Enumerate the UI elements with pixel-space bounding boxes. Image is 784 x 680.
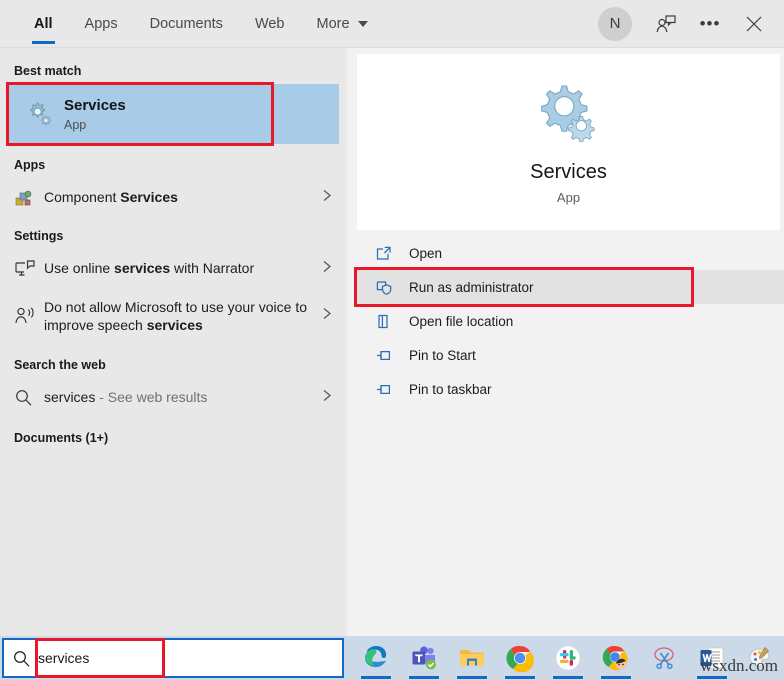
close-icon[interactable] (734, 4, 774, 44)
action-run-as-administrator[interactable]: Run as administrator (357, 270, 784, 304)
chevron-right-icon[interactable] (321, 307, 333, 326)
gears-icon (538, 80, 600, 147)
best-match-title: Services (64, 96, 126, 114)
running-indicator (697, 676, 727, 679)
chrome-profile-icon (602, 642, 630, 674)
tab-apps[interactable]: Apps (69, 0, 134, 47)
result-label: services - See web results (44, 388, 208, 405)
running-indicator (361, 676, 391, 679)
tab-all[interactable]: All (18, 0, 69, 47)
action-label: Run as administrator (409, 279, 534, 295)
screen-root: All Apps Documents Web More N ••• Best m… (0, 0, 784, 680)
avatar-initial: N (609, 15, 621, 32)
running-indicator (601, 676, 631, 679)
search-flyout: All Apps Documents Web More N ••• Best m… (0, 0, 784, 636)
taskbar-app-microsoft-teams[interactable] (400, 636, 448, 680)
gears-icon (16, 99, 64, 129)
pin-icon (375, 347, 409, 364)
action-label: Open (409, 245, 443, 261)
chevron-right-icon[interactable] (321, 188, 333, 207)
tab-web-label: Web (254, 15, 285, 32)
microsoft-edge-icon (362, 642, 390, 674)
person-share-icon[interactable] (646, 4, 686, 44)
preview-column: Services App Open Run as administrator O… (347, 48, 784, 636)
running-indicator (409, 676, 439, 679)
microsoft-teams-icon (410, 642, 438, 674)
search-input[interactable]: services (38, 650, 89, 666)
result-label: Component Services (44, 188, 178, 205)
action-pin-to-taskbar[interactable]: Pin to taskbar (357, 372, 784, 406)
watermark: wsxdn.com (700, 656, 778, 675)
best-match-header: Best match (14, 64, 82, 78)
tab-list: All Apps Documents Web More (0, 0, 384, 47)
action-open-file-location[interactable]: Open file location (357, 304, 784, 338)
tab-more[interactable]: More (301, 0, 384, 47)
taskbar-app-google-chrome[interactable] (496, 636, 544, 680)
running-indicator (553, 676, 583, 679)
ellipsis-icon[interactable]: ••• (690, 4, 730, 44)
pin-icon (375, 381, 409, 398)
search-icon (4, 649, 38, 668)
header-actions: N ••• (598, 0, 774, 47)
web-header: Search the web (14, 358, 106, 372)
chevron-down-icon (357, 20, 368, 27)
avatar[interactable]: N (598, 6, 632, 41)
preview-subtitle: App (556, 189, 581, 205)
taskbar-app-microsoft-edge[interactable] (352, 636, 400, 680)
tab-web[interactable]: Web (239, 0, 301, 47)
result-label: Use online services with Narrator (44, 259, 255, 276)
taskbar: services wsxdn.com (0, 636, 784, 680)
tab-more-label: More (316, 15, 350, 32)
open-external-icon (375, 245, 409, 262)
taskbar-app-snipping-tool[interactable] (640, 636, 688, 680)
taskbar-app-file-explorer[interactable] (448, 636, 496, 680)
taskbar-app-slack[interactable] (544, 636, 592, 680)
action-run-as-admin-wrap: Run as administrator (354, 267, 784, 307)
snipping-tool-icon (650, 642, 678, 674)
chevron-right-icon[interactable] (321, 388, 333, 407)
tab-documents-label: Documents (149, 15, 223, 32)
result-narrator-online-services[interactable]: Use online services with Narrator (0, 249, 347, 288)
taskbar-app-chrome-profile[interactable] (592, 636, 640, 680)
action-label: Open file location (409, 313, 514, 329)
result-label: Do not allow Microsoft to use your voice… (44, 298, 308, 333)
apps-header: Apps (14, 158, 46, 172)
slack-icon (554, 642, 582, 674)
running-indicator (457, 676, 487, 679)
chevron-right-icon[interactable] (321, 259, 333, 278)
preview-title: Services (530, 160, 607, 183)
tab-documents[interactable]: Documents (134, 0, 239, 47)
settings-header: Settings (14, 229, 64, 243)
tab-apps-label: Apps (84, 15, 118, 32)
taskbar-search-box[interactable]: services (2, 638, 344, 678)
result-speech-services[interactable]: Do not allow Microsoft to use your voice… (0, 288, 347, 344)
best-match-subtitle: App (64, 117, 87, 132)
shield-admin-icon (375, 279, 409, 296)
action-list: Open Run as administrator Open file loca… (347, 236, 784, 406)
action-open[interactable]: Open (357, 236, 784, 270)
component-services-icon (14, 188, 44, 208)
result-component-services[interactable]: Component Services (0, 178, 347, 217)
flyout-body: Best match Services App Apps Component S… (0, 48, 784, 636)
action-pin-to-start[interactable]: Pin to Start (357, 338, 784, 372)
results-column: Best match Services App Apps Component S… (0, 48, 347, 636)
google-chrome-icon (506, 642, 534, 674)
documents-header: Documents (1+) (14, 431, 109, 445)
search-icon (14, 388, 44, 407)
running-indicator (505, 676, 535, 679)
best-match-text: Services App (64, 97, 126, 132)
best-match-wrap: Services App (0, 82, 347, 146)
ellipsis-glyph: ••• (699, 14, 721, 33)
search-tabbar: All Apps Documents Web More N ••• (0, 0, 784, 48)
file-explorer-icon (458, 642, 486, 674)
action-label: Pin to Start (409, 347, 476, 363)
result-best-match-services[interactable]: Services App (8, 84, 339, 144)
action-label: Pin to taskbar (409, 381, 492, 397)
result-web-search-services[interactable]: services - See web results (0, 378, 347, 417)
speech-person-icon (14, 305, 44, 327)
preview-card: Services App (357, 54, 780, 230)
folder-location-icon (375, 313, 409, 330)
tab-all-label: All (34, 15, 53, 32)
narrator-screen-icon (14, 259, 44, 279)
